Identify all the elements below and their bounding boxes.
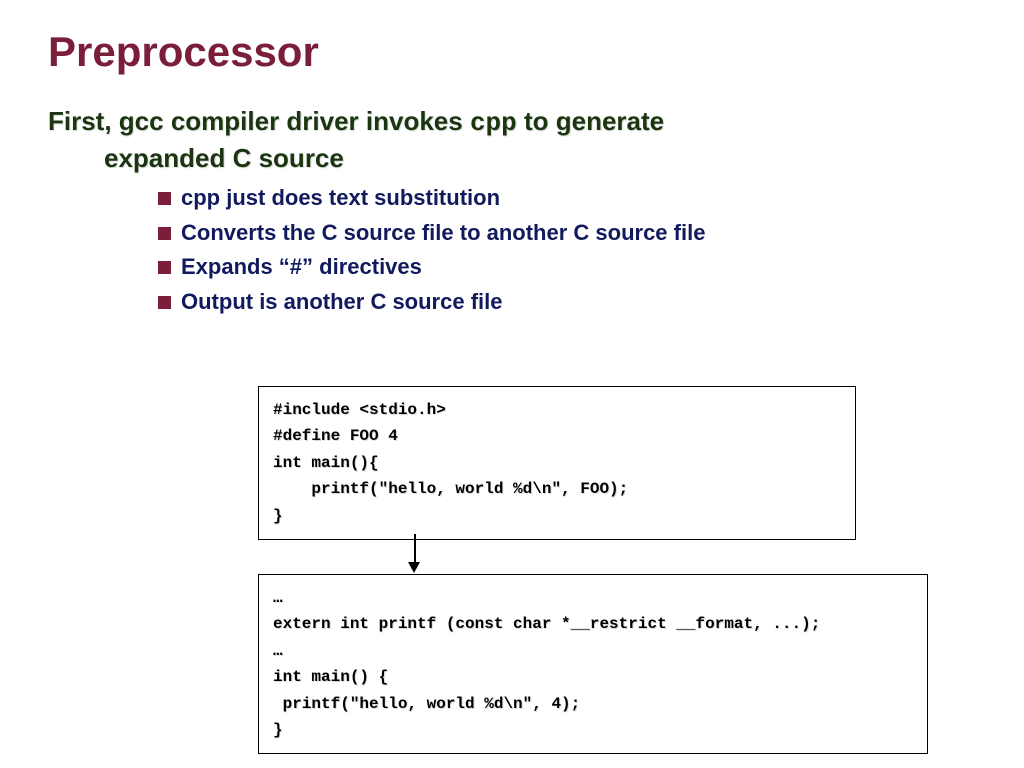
subtitle-mono: cpp (470, 108, 517, 138)
subtitle: First, gcc compiler driver invokes cpp t… (48, 104, 976, 176)
code-box-source: #include <stdio.h> #define FOO 4 int mai… (258, 386, 856, 540)
subtitle-part1: First, gcc compiler driver invokes (48, 106, 470, 136)
bullet-item: cpp just does text substitution (158, 184, 976, 213)
bullet-list: cpp just does text substitution Converts… (158, 184, 976, 316)
bullet-item: Expands “#” directives (158, 253, 976, 282)
bullet-icon (158, 192, 171, 205)
arrow-down-icon (405, 534, 425, 574)
bullet-item: Output is another C source file (158, 288, 976, 317)
subtitle-part2: to generate (517, 106, 664, 136)
bullet-text: Converts the C source file to another C … (181, 219, 705, 248)
bullet-text: cpp just does text substitution (181, 184, 500, 213)
bullet-icon (158, 296, 171, 309)
code-source: #include <stdio.h> #define FOO 4 int mai… (273, 397, 841, 529)
bullet-item: Converts the C source file to another C … (158, 219, 976, 248)
bullet-text: Expands “#” directives (181, 253, 422, 282)
code-output: … extern int printf (const char *__restr… (273, 585, 913, 743)
bullet-text: Output is another C source file (181, 288, 502, 317)
subtitle-line2: expanded C source (104, 141, 976, 176)
bullet-icon (158, 227, 171, 240)
code-box-output: … extern int printf (const char *__restr… (258, 574, 928, 754)
bullet-icon (158, 261, 171, 274)
slide-title: Preprocessor (48, 28, 976, 76)
